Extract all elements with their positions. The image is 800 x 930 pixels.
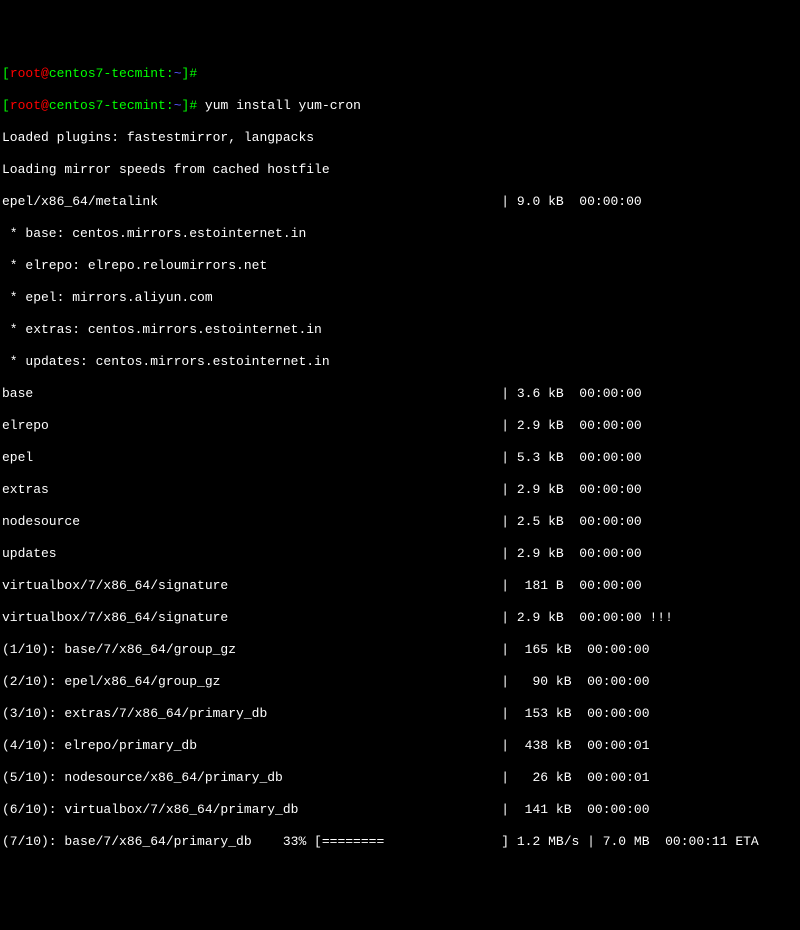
output-mirror-updates: * updates: centos.mirrors.estointernet.i…	[2, 354, 798, 370]
output-download-1: (1/10): base/7/x86_64/group_gz | 165 kB …	[2, 642, 798, 658]
command-input-2: yum install yum-cron	[197, 98, 361, 113]
output-mirror-extras: * extras: centos.mirrors.estointernet.in	[2, 322, 798, 338]
output-mirror-epel: * epel: mirrors.aliyun.com	[2, 290, 798, 306]
output-download-progress: (7/10): base/7/x86_64/primary_db 33% [==…	[2, 834, 798, 850]
output-repo-virtualbox-sig2: virtualbox/7/x86_64/signature | 2.9 kB 0…	[2, 610, 798, 626]
output-download-3: (3/10): extras/7/x86_64/primary_db | 153…	[2, 706, 798, 722]
output-download-6: (6/10): virtualbox/7/x86_64/primary_db |…	[2, 802, 798, 818]
prompt-line-2[interactable]: [root@centos7-tecmint:~]# yum install yu…	[2, 98, 798, 114]
output-plugins: Loaded plugins: fastestmirror, langpacks	[2, 130, 798, 146]
output-mirror-base: * base: centos.mirrors.estointernet.in	[2, 226, 798, 242]
output-repo-epel: epel | 5.3 kB 00:00:00	[2, 450, 798, 466]
output-repo-extras: extras | 2.9 kB 00:00:00	[2, 482, 798, 498]
output-repo-virtualbox-sig1: virtualbox/7/x86_64/signature | 181 B 00…	[2, 578, 798, 594]
output-repo-base: base | 3.6 kB 00:00:00	[2, 386, 798, 402]
output-metalink: epel/x86_64/metalink | 9.0 kB 00:00:00	[2, 194, 798, 210]
output-download-4: (4/10): elrepo/primary_db | 438 kB 00:00…	[2, 738, 798, 754]
output-repo-elrepo: elrepo | 2.9 kB 00:00:00	[2, 418, 798, 434]
output-download-2: (2/10): epel/x86_64/group_gz | 90 kB 00:…	[2, 674, 798, 690]
prompt-line-1[interactable]: [root@centos7-tecmint:~]#	[2, 66, 798, 82]
output-mirror-elrepo: * elrepo: elrepo.reloumirrors.net	[2, 258, 798, 274]
output-download-5: (5/10): nodesource/x86_64/primary_db | 2…	[2, 770, 798, 786]
output-repo-updates: updates | 2.9 kB 00:00:00	[2, 546, 798, 562]
output-repo-nodesource: nodesource | 2.5 kB 00:00:00	[2, 514, 798, 530]
output-loading: Loading mirror speeds from cached hostfi…	[2, 162, 798, 178]
